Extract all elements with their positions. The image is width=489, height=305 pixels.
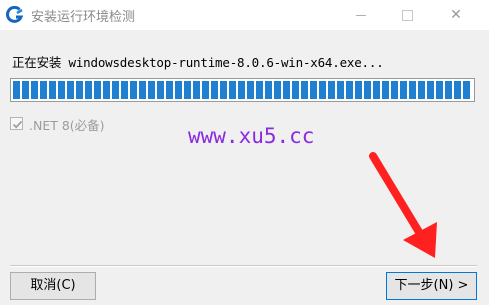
cancel-button[interactable]: 取消(C) bbox=[10, 272, 96, 300]
net8-checkbox-label: .NET 8(必备) bbox=[29, 118, 105, 133]
checkmark-icon bbox=[12, 120, 23, 129]
title-bar: 安装运行环境检测 ✕ bbox=[0, 0, 489, 30]
close-button[interactable]: ✕ bbox=[433, 0, 479, 30]
maximize-icon bbox=[401, 9, 413, 21]
watermark-text: www.xu5.cc bbox=[188, 124, 315, 148]
install-status-text: 正在安装 windowsdesktop-runtime-8.0.6-win-x6… bbox=[12, 55, 384, 70]
net8-checkbox[interactable] bbox=[10, 117, 23, 130]
divider-highlight bbox=[10, 266, 477, 267]
minimize-button[interactable] bbox=[338, 0, 384, 30]
install-progress-bar bbox=[10, 78, 475, 102]
red-arrow-icon bbox=[369, 152, 437, 258]
next-button[interactable]: 下一步(N) > bbox=[386, 272, 477, 300]
maximize-button[interactable] bbox=[384, 0, 430, 30]
app-logo-icon bbox=[6, 5, 24, 24]
close-icon: ✕ bbox=[450, 7, 462, 23]
window-title: 安装运行环境检测 bbox=[31, 10, 136, 25]
minimize-icon bbox=[356, 14, 366, 16]
progress-fill bbox=[13, 81, 472, 99]
